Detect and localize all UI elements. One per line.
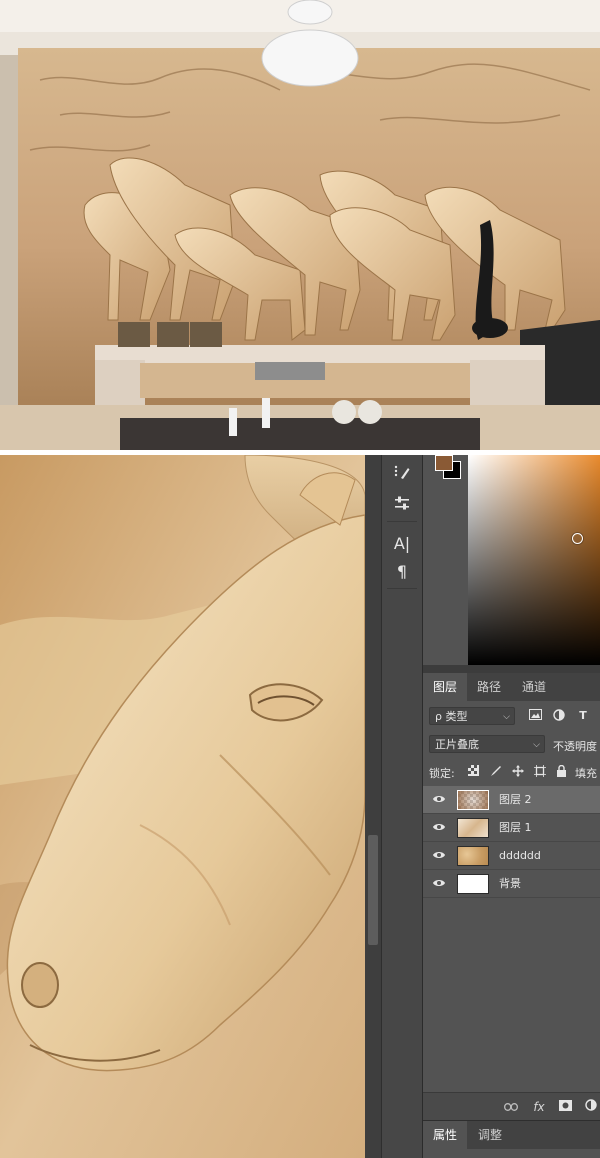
eye-visibility-icon[interactable] <box>433 794 445 806</box>
eye-visibility-icon[interactable] <box>433 822 445 834</box>
layer-thumbnail <box>457 790 489 810</box>
scrollbar-thumb[interactable] <box>368 835 378 945</box>
tab-paths[interactable]: 路径 <box>467 673 511 701</box>
layer-filter-select[interactable]: ρ 类型 ⌵ <box>429 707 515 725</box>
layers-list: 图层 2 图层 1 dddddd 背景 <box>423 786 600 898</box>
layers-panel-footer: fx <box>423 1092 600 1121</box>
layer-name[interactable]: 图层 1 <box>499 814 532 842</box>
lock-position-icon[interactable] <box>511 765 524 778</box>
document-canvas[interactable] <box>0 455 365 1158</box>
lock-image-pixels-icon[interactable] <box>489 765 502 778</box>
canvas-vertical-scrollbar[interactable] <box>365 455 381 1158</box>
filter-adjustment-layer-icon[interactable] <box>552 709 566 723</box>
search-icon: ρ <box>435 710 442 723</box>
lock-transparent-pixels-icon[interactable] <box>467 765 480 778</box>
filter-type-layer-icon[interactable]: T <box>576 709 590 723</box>
room-preview-image <box>0 0 600 450</box>
lock-all-icon[interactable] <box>555 764 568 778</box>
toolstrip-divider <box>387 521 417 522</box>
color-picker-ring[interactable] <box>572 533 583 544</box>
fill-label: 填充 <box>575 767 597 780</box>
tab-layers[interactable]: 图层 <box>423 673 467 701</box>
blend-mode-value: 正片叠底 <box>435 738 479 751</box>
layer-name[interactable]: 背景 <box>499 870 521 898</box>
chevron-down-icon: ⌵ <box>503 712 510 722</box>
layer-row-layer-1[interactable]: 图层 1 <box>423 814 600 842</box>
layer-thumbnail <box>457 846 489 866</box>
layer-name[interactable]: 图层 2 <box>499 786 532 814</box>
layers-panel-tabbar: 图层 路径 通道 <box>423 673 600 701</box>
lock-artboard-icon[interactable] <box>533 765 546 778</box>
layer-effects-icon[interactable]: fx <box>531 1099 547 1115</box>
foreground-color-swatch[interactable] <box>435 455 453 471</box>
tab-properties[interactable]: 属性 <box>423 1121 467 1149</box>
eye-visibility-icon[interactable] <box>433 878 445 890</box>
adjust-sliders-icon[interactable] <box>386 491 418 515</box>
chevron-down-icon: ⌵ <box>533 740 540 750</box>
panel-divider <box>423 665 600 673</box>
layer-filter-value: 类型 <box>445 710 468 723</box>
character-panel-icon[interactable]: A| <box>386 531 418 555</box>
photoshop-workspace: A| ¶ 图层 路径 通道 ρ 类型 ⌵ T 正片叠底 ⌵ 不透明度 锁定: 填… <box>0 455 600 1158</box>
layer-thumbnail <box>457 818 489 838</box>
layer-row-layer-2[interactable]: 图层 2 <box>423 786 600 814</box>
tab-channels[interactable]: 通道 <box>511 673 557 701</box>
link-layers-icon[interactable] <box>503 1099 519 1115</box>
lock-label: 锁定: <box>429 767 455 780</box>
paragraph-panel-icon[interactable]: ¶ <box>386 559 418 583</box>
new-adjustment-layer-icon[interactable] <box>583 1099 599 1115</box>
room-preview-illustration <box>0 0 600 450</box>
toolstrip-divider <box>387 588 417 589</box>
add-mask-icon[interactable] <box>557 1099 573 1115</box>
layer-thumbnail <box>457 874 489 894</box>
properties-panel-tabbar: 属性 调整 <box>423 1120 600 1149</box>
layer-row-background[interactable]: 背景 <box>423 870 600 898</box>
panel-toolstrip: A| ¶ <box>381 455 423 1158</box>
eye-visibility-icon[interactable] <box>433 850 445 862</box>
color-picker-field[interactable] <box>468 455 600 665</box>
filter-pixel-layer-icon[interactable] <box>528 709 542 723</box>
brush-settings-icon[interactable] <box>386 461 418 485</box>
layer-row-dddddd[interactable]: dddddd <box>423 842 600 870</box>
layer-name[interactable]: dddddd <box>499 842 541 870</box>
blend-mode-select[interactable]: 正片叠底 ⌵ <box>429 735 545 753</box>
panels-dock: 图层 路径 通道 ρ 类型 ⌵ T 正片叠底 ⌵ 不透明度 锁定: 填充 图层 … <box>422 455 600 1158</box>
opacity-label: 不透明度 <box>553 740 597 753</box>
canvas-artwork <box>0 455 365 1158</box>
tab-adjustments[interactable]: 调整 <box>467 1121 513 1149</box>
